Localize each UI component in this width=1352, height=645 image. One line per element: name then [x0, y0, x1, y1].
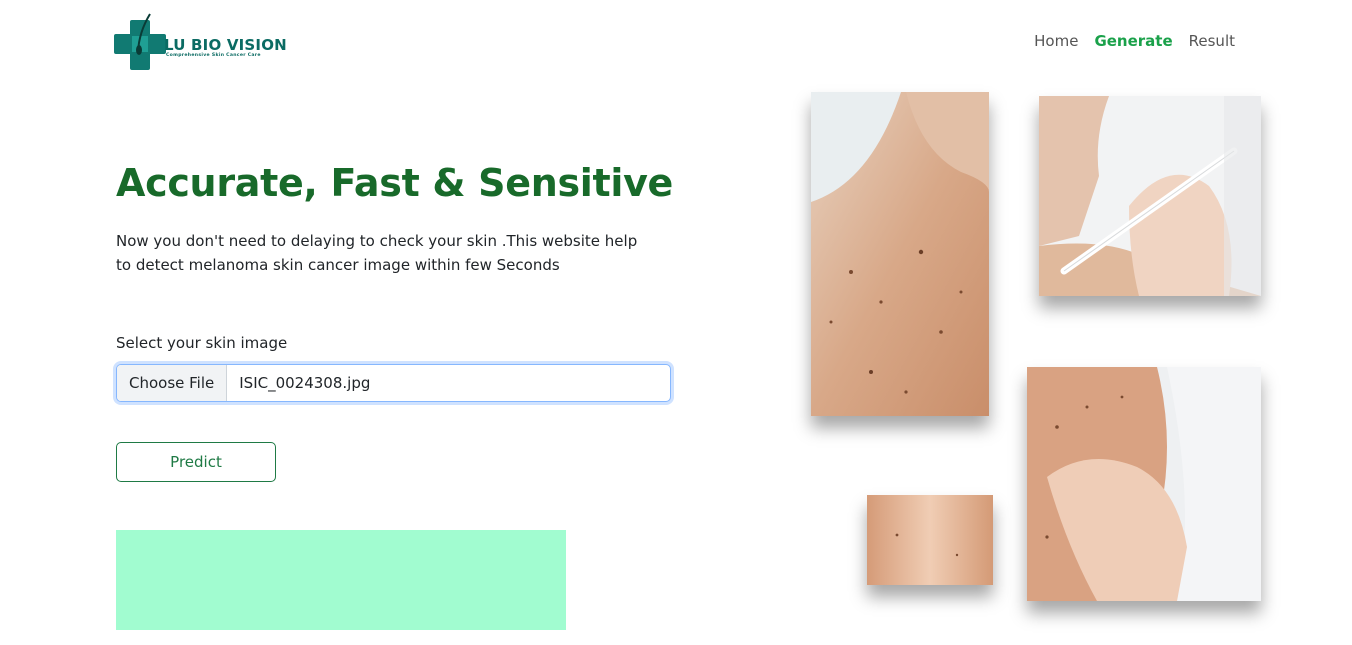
marking-mole-photo	[1039, 96, 1261, 296]
brand-name: LU BIO VISION	[164, 36, 287, 54]
hero-description: Now you don't need to delaying to check …	[116, 232, 638, 274]
doctor-examining-photo	[1027, 367, 1261, 601]
brand-tagline: Comprehensive Skin Cancer Care	[166, 53, 261, 58]
selected-file-name: ISIC_0024308.jpg	[239, 374, 371, 392]
file-input[interactable]: Choose File ISIC_0024308.jpg	[116, 364, 671, 402]
logo[interactable]: LU BIO VISION Comprehensive Skin Cancer …	[112, 12, 292, 74]
predict-button[interactable]: Predict	[116, 442, 276, 482]
nav-result[interactable]: Result	[1189, 32, 1235, 50]
shoulder-moles-photo	[811, 92, 989, 416]
skin-closeup-photo	[867, 495, 993, 585]
medical-cross-icon	[114, 13, 166, 70]
result-panel	[116, 530, 566, 630]
main-nav: Home Generate Result	[1034, 32, 1235, 50]
nav-home[interactable]: Home	[1034, 32, 1078, 50]
choose-file-button[interactable]: Choose File	[117, 365, 228, 401]
hero-title: Accurate, Fast & Sensitive	[116, 161, 674, 205]
file-input-label: Select your skin image	[116, 334, 288, 352]
nav-generate[interactable]: Generate	[1094, 32, 1172, 50]
